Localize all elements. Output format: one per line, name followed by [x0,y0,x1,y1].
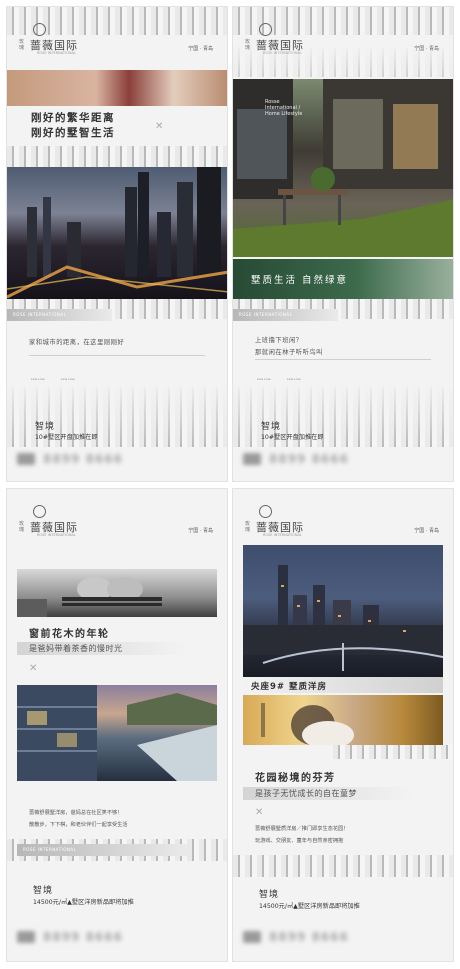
price-text: 14500元/㎡▲墅区洋房新品即将加推 [33,899,134,906]
divider [29,355,205,356]
price-text: 14500元/㎡▲墅区洋房新品即将加推 [259,903,360,910]
phone-number[interactable]: 8899 8666 [43,452,123,466]
body-text: 家和城市的距离，在这里刚刚好 [29,339,125,346]
price-text: 10#墅区开盘加推在即 [35,434,98,441]
tag-1: Line Line [257,377,271,381]
photo-shopping [7,70,227,106]
divider [255,359,431,360]
body-line-2: 玩游戏、交朋友、童年与自然亲密拥抱 [255,838,344,844]
subhead: 是孩子无忧成长的自在童梦 [255,789,357,798]
stripe-band [333,745,453,759]
poster-4: 玫瑰 蔷薇国际 ROSE INTERNATIONAL 宁国 · 青岛 央座9# … [232,488,454,962]
brand-side: 玫瑰 [245,521,251,533]
location: 宁国 · 青岛 [188,46,213,52]
phone-icon [243,931,261,943]
photo-elderly-bench [17,569,217,617]
brand-side: 玫瑰 [19,521,25,533]
brand-bar: ROSE INTERNATIONAL [7,309,112,321]
body-line-1: 蔷薇舒展墅质洋房／推门即享生态花园！ [255,826,349,832]
location: 宁国 · 青岛 [414,528,439,534]
rose-icon [259,23,272,36]
poster-2: 玫瑰 蔷薇国际 ROSE INTERNATIONAL 宁国 · 青岛 Rosse… [232,6,454,482]
photo-caption: 央座9# 墅质洋房 [251,682,327,692]
brand-bar-text: ROSE INTERNATIONAL [23,847,77,852]
tag-1: Line Line [31,377,45,381]
project-name: 智境 [35,422,56,432]
banner-text: 墅质生活 自然绿意 [251,275,349,286]
photo-city-bridge [243,545,443,677]
price-text: 10#墅区开盘加推在即 [261,434,324,441]
body-line-2: 那就闲在林子听听鸟叫 [255,349,323,356]
body-line-1: 上班撸下班闲？ [255,337,303,344]
stripe-band [7,146,227,168]
phone-number[interactable]: 8899 8666 [269,452,349,466]
photo-villa-terrace: Rosse International / Home Lifestyle [233,79,453,257]
poster-1: 玫瑰 蔷薇国际 ROSE INTERNATIONAL 宁国 · 青岛 刚好的繁华… [6,6,228,482]
photo-caption: Rosse International / Home Lifestyle [265,99,303,117]
rose-icon [259,505,272,518]
brand-side: 玫瑰 [19,39,25,51]
brand-bar-text: ROSE INTERNATIONAL [239,312,293,317]
brand-bar-text: ROSE INTERNATIONAL [13,312,67,317]
project-name: 智境 [259,890,280,900]
stripe-fade [233,47,453,77]
poster-3: 玫瑰 蔷薇国际 ROSE INTERNATIONAL 宁国 · 青岛 窗前花木的… [6,488,228,962]
brand-en: ROSE INTERNATIONAL [37,51,76,55]
rose-icon [33,23,46,36]
body-line-2: 散散步，下下棋，和老伙伴们一起享受生活 [29,822,128,828]
brand-bar: ROSE INTERNATIONAL [233,309,338,321]
close-icon: ✕ [155,121,164,132]
project-name: 智境 [261,422,282,432]
location: 宁国 · 青岛 [188,528,213,534]
brand-logo: 玫瑰 蔷薇国际 ROSE INTERNATIONAL [245,505,304,537]
brand-en: ROSE INTERNATIONAL [37,533,76,537]
phone-number[interactable]: 8899 8666 [269,930,349,944]
close-icon: ✕ [255,807,264,818]
phone-icon [17,453,35,465]
headline: 花园秘境的芬芳 [255,773,336,784]
stripe-footer [233,855,453,877]
phone-icon [243,453,261,465]
tag-2: Line Line [61,377,75,381]
phone-number[interactable]: 8899 8666 [43,930,123,944]
headline: 窗前花木的年轮 [29,629,110,640]
brand-logo: 玫瑰 蔷薇国际 ROSE INTERNATIONAL [19,23,78,55]
rose-icon [33,505,46,518]
photo-city-night [7,167,227,299]
close-icon: ✕ [29,663,38,674]
photo-child-garden [243,695,443,745]
headline-2: 刚好的墅智生活 [31,127,115,139]
subhead: 是爸妈带着茶香的慢时光 [29,644,123,653]
tag-2: Line Line [287,377,301,381]
phone-icon [17,931,35,943]
body-line-1: 蔷薇舒展墅洋房，爸妈总在社区笑不够！ [29,810,123,816]
project-name: 智境 [33,886,54,896]
photo-seaside-building [17,685,217,781]
brand-en: ROSE INTERNATIONAL [263,533,302,537]
brand-bar: ROSE INTERNATIONAL [17,844,187,856]
brand-logo: 玫瑰 蔷薇国际 ROSE INTERNATIONAL [19,505,78,537]
headline-1: 刚好的繁华距离 [31,112,115,124]
